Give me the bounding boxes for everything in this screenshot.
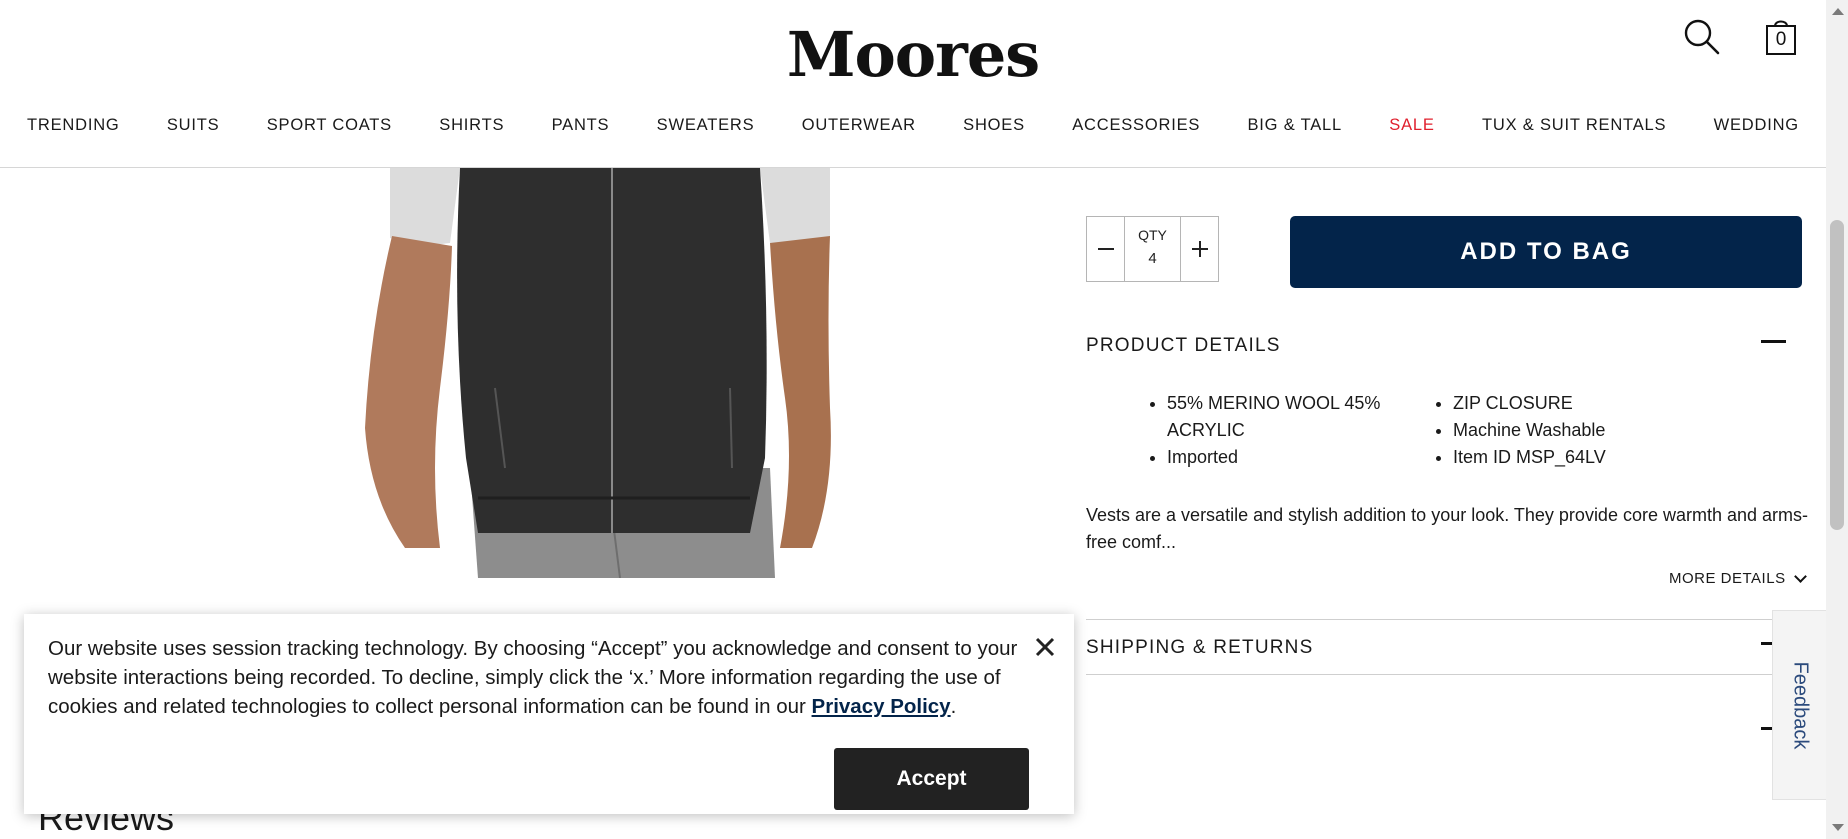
qty-label: QTY	[1138, 227, 1167, 243]
nav-item-wedding[interactable]: WEDDING	[1701, 116, 1812, 135]
add-to-bag-button[interactable]: ADD TO BAG	[1290, 216, 1802, 288]
accept-button[interactable]: Accept	[834, 748, 1029, 810]
qty-value[interactable]: 4	[1125, 250, 1180, 267]
page-scrollbar[interactable]	[1826, 0, 1848, 839]
cookie-message-suffix: .	[950, 695, 957, 718]
detail-item: Imported	[1167, 444, 1383, 471]
product-image	[365, 168, 831, 578]
product-description: Vests are a versatile and stylish additi…	[1086, 505, 1809, 552]
more-details-link[interactable]: MORE DETAILS	[1669, 569, 1807, 587]
nav-item-pants[interactable]: PANTS	[539, 116, 623, 135]
main-nav: TRENDING SUITS SPORT COATS SHIRTS PANTS …	[14, 116, 1812, 135]
shipping-returns-heading[interactable]: SHIPPING & RETURNS	[1086, 637, 1313, 659]
scroll-down-arrow-icon[interactable]	[1832, 824, 1844, 831]
details-list-right: ZIP CLOSURE Machine Washable Item ID MSP…	[1429, 390, 1669, 471]
cookie-consent-banner: Our website uses session tracking techno…	[24, 614, 1074, 814]
shopping-bag-icon[interactable]: 0	[1764, 16, 1798, 56]
feedback-tab[interactable]: Feedback	[1772, 610, 1826, 800]
detail-item: 55% MERINO WOOL 45% ACRYLIC	[1167, 390, 1383, 444]
qty-increase-button[interactable]	[1181, 217, 1218, 281]
details-list-left: 55% MERINO WOOL 45% ACRYLIC Imported	[1143, 390, 1383, 471]
nav-item-accessories[interactable]: ACCESSORIES	[1059, 116, 1213, 135]
detail-item: Machine Washable	[1453, 417, 1669, 444]
chevron-down-icon	[1793, 569, 1807, 583]
more-details-label: MORE DETAILS	[1669, 570, 1786, 587]
quantity-stepper: QTY 4	[1086, 216, 1219, 282]
detail-item: ZIP CLOSURE	[1453, 390, 1669, 417]
nav-item-big-tall[interactable]: BIG & TALL	[1234, 116, 1355, 135]
scroll-up-arrow-icon[interactable]	[1832, 8, 1844, 15]
collapse-minus-icon[interactable]	[1761, 340, 1786, 343]
detail-item: Item ID MSP_64LV	[1453, 444, 1669, 471]
nav-item-sale[interactable]: SALE	[1376, 116, 1447, 135]
nav-item-outerwear[interactable]: OUTERWEAR	[789, 116, 929, 135]
qty-decrease-button[interactable]	[1087, 217, 1124, 281]
bag-count: 0	[1775, 29, 1787, 50]
section-divider	[1086, 674, 1802, 675]
nav-item-trending[interactable]: TRENDING	[14, 116, 133, 135]
qty-display: QTY 4	[1124, 217, 1181, 281]
privacy-policy-link[interactable]: Privacy Policy	[812, 695, 951, 718]
minus-icon	[1097, 248, 1114, 250]
nav-item-tux-suit-rentals[interactable]: TUX & SUIT RENTALS	[1469, 116, 1679, 135]
plus-icon	[1191, 241, 1208, 257]
nav-item-shoes[interactable]: SHOES	[950, 116, 1038, 135]
nav-item-shirts[interactable]: SHIRTS	[426, 116, 517, 135]
moores-logo[interactable]: Moores	[0, 18, 1826, 91]
close-icon[interactable]	[1030, 632, 1060, 662]
product-details-heading[interactable]: PRODUCT DETAILS	[1086, 335, 1281, 357]
nav-item-suits[interactable]: SUITS	[154, 116, 233, 135]
cookie-message: Our website uses session tracking techno…	[48, 634, 1038, 721]
nav-item-sport-coats[interactable]: SPORT COATS	[254, 116, 405, 135]
nav-item-sweaters[interactable]: SWEATERS	[644, 116, 768, 135]
search-icon[interactable]	[1681, 16, 1723, 58]
section-divider	[1086, 619, 1802, 620]
scrollbar-thumb[interactable]	[1830, 220, 1844, 530]
feedback-label: Feedback	[1789, 661, 1811, 749]
site-header: Moores 0 TRENDING SUITS SPORT COATS SHIR…	[0, 0, 1826, 168]
